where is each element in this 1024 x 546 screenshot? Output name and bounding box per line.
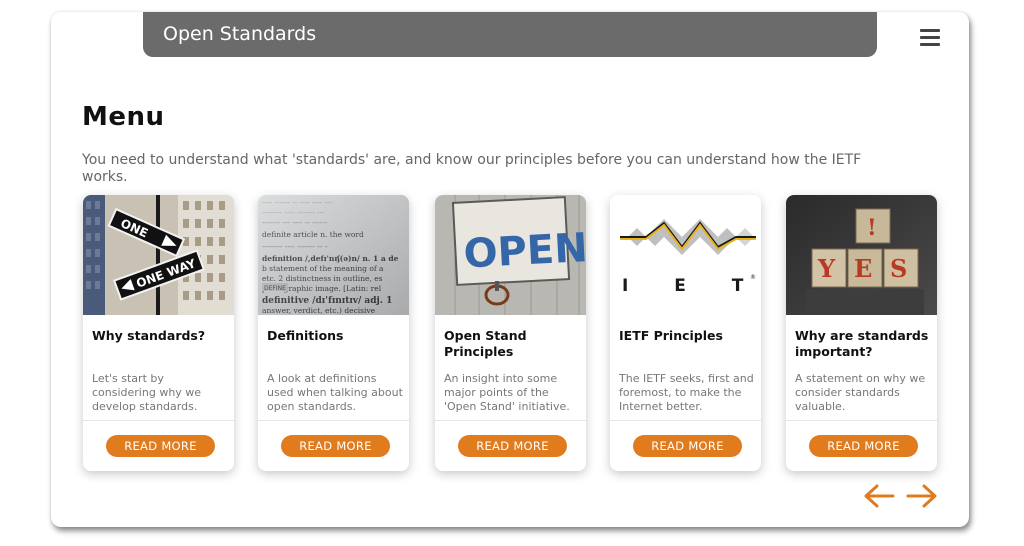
card-title: IETF Principles bbox=[619, 328, 723, 343]
read-more-button[interactable]: READ MORE bbox=[281, 435, 390, 457]
svg-text:!: ! bbox=[867, 215, 877, 241]
hamburger-menu-icon[interactable] bbox=[920, 29, 940, 47]
card-divider bbox=[786, 420, 937, 421]
card-image-one-way-sign: ONE ONE WAY bbox=[83, 195, 234, 315]
card-image-yes-blocks: ! Y E S bbox=[786, 195, 937, 315]
card-divider bbox=[435, 420, 586, 421]
card-description: An insight into some major points of the… bbox=[444, 372, 570, 413]
svg-text:I E T F: I E T F bbox=[622, 276, 761, 296]
card-image-open-sign: OPEN bbox=[435, 195, 586, 315]
app-title: Open Standards bbox=[163, 23, 317, 45]
svg-text:E: E bbox=[854, 254, 872, 283]
arrow-left-icon[interactable] bbox=[862, 484, 896, 508]
svg-text:®: ® bbox=[750, 274, 756, 281]
content-panel: Open Standards Menu You need to understa… bbox=[51, 12, 969, 527]
card-description: A statement on why we consider standards… bbox=[795, 372, 926, 413]
page-heading: Menu bbox=[82, 102, 165, 132]
card-image-dictionary: ---- ------ -- ---- ---- --- -------- --… bbox=[258, 195, 409, 315]
card-description: The IETF seeks, first and foremost, to m… bbox=[619, 372, 754, 413]
card-why-standards: ONE ONE WAY Why standards? Let's start b… bbox=[83, 195, 234, 471]
card-ietf-principles: I E T F ® IETF Principles The IETF seeks… bbox=[610, 195, 761, 471]
svg-text:OPEN: OPEN bbox=[462, 225, 586, 277]
card-divider bbox=[610, 420, 761, 421]
svg-text:Y: Y bbox=[817, 254, 836, 283]
intro-text: You need to understand what 'standards' … bbox=[82, 152, 862, 185]
card-image-ietf-logo: I E T F ® bbox=[610, 195, 761, 315]
card-divider bbox=[83, 420, 234, 421]
card-title: Why standards? bbox=[92, 328, 206, 343]
read-more-button[interactable]: READ MORE bbox=[106, 435, 215, 457]
card-description: Let's start by considering why we develo… bbox=[92, 372, 202, 413]
arrow-right-icon[interactable] bbox=[905, 484, 939, 508]
card-open-stand-principles: OPEN Open Stand Principles An insight in… bbox=[435, 195, 586, 471]
read-more-button[interactable]: READ MORE bbox=[458, 435, 567, 457]
card-definitions: ---- ------ -- ---- ---- --- -------- --… bbox=[258, 195, 409, 471]
read-more-button[interactable]: READ MORE bbox=[809, 435, 918, 457]
card-description: A look at definitions used when talking … bbox=[267, 372, 403, 413]
title-bar: Open Standards bbox=[143, 12, 877, 57]
card-title: Definitions bbox=[267, 328, 344, 343]
card-why-standards-important: ! Y E S Why are standards important? A s… bbox=[786, 195, 937, 471]
card-title: Why are standards important? bbox=[795, 328, 929, 359]
svg-text:S: S bbox=[890, 254, 907, 283]
card-title: Open Stand Principles bbox=[444, 328, 527, 359]
card-divider bbox=[258, 420, 409, 421]
read-more-button[interactable]: READ MORE bbox=[633, 435, 742, 457]
